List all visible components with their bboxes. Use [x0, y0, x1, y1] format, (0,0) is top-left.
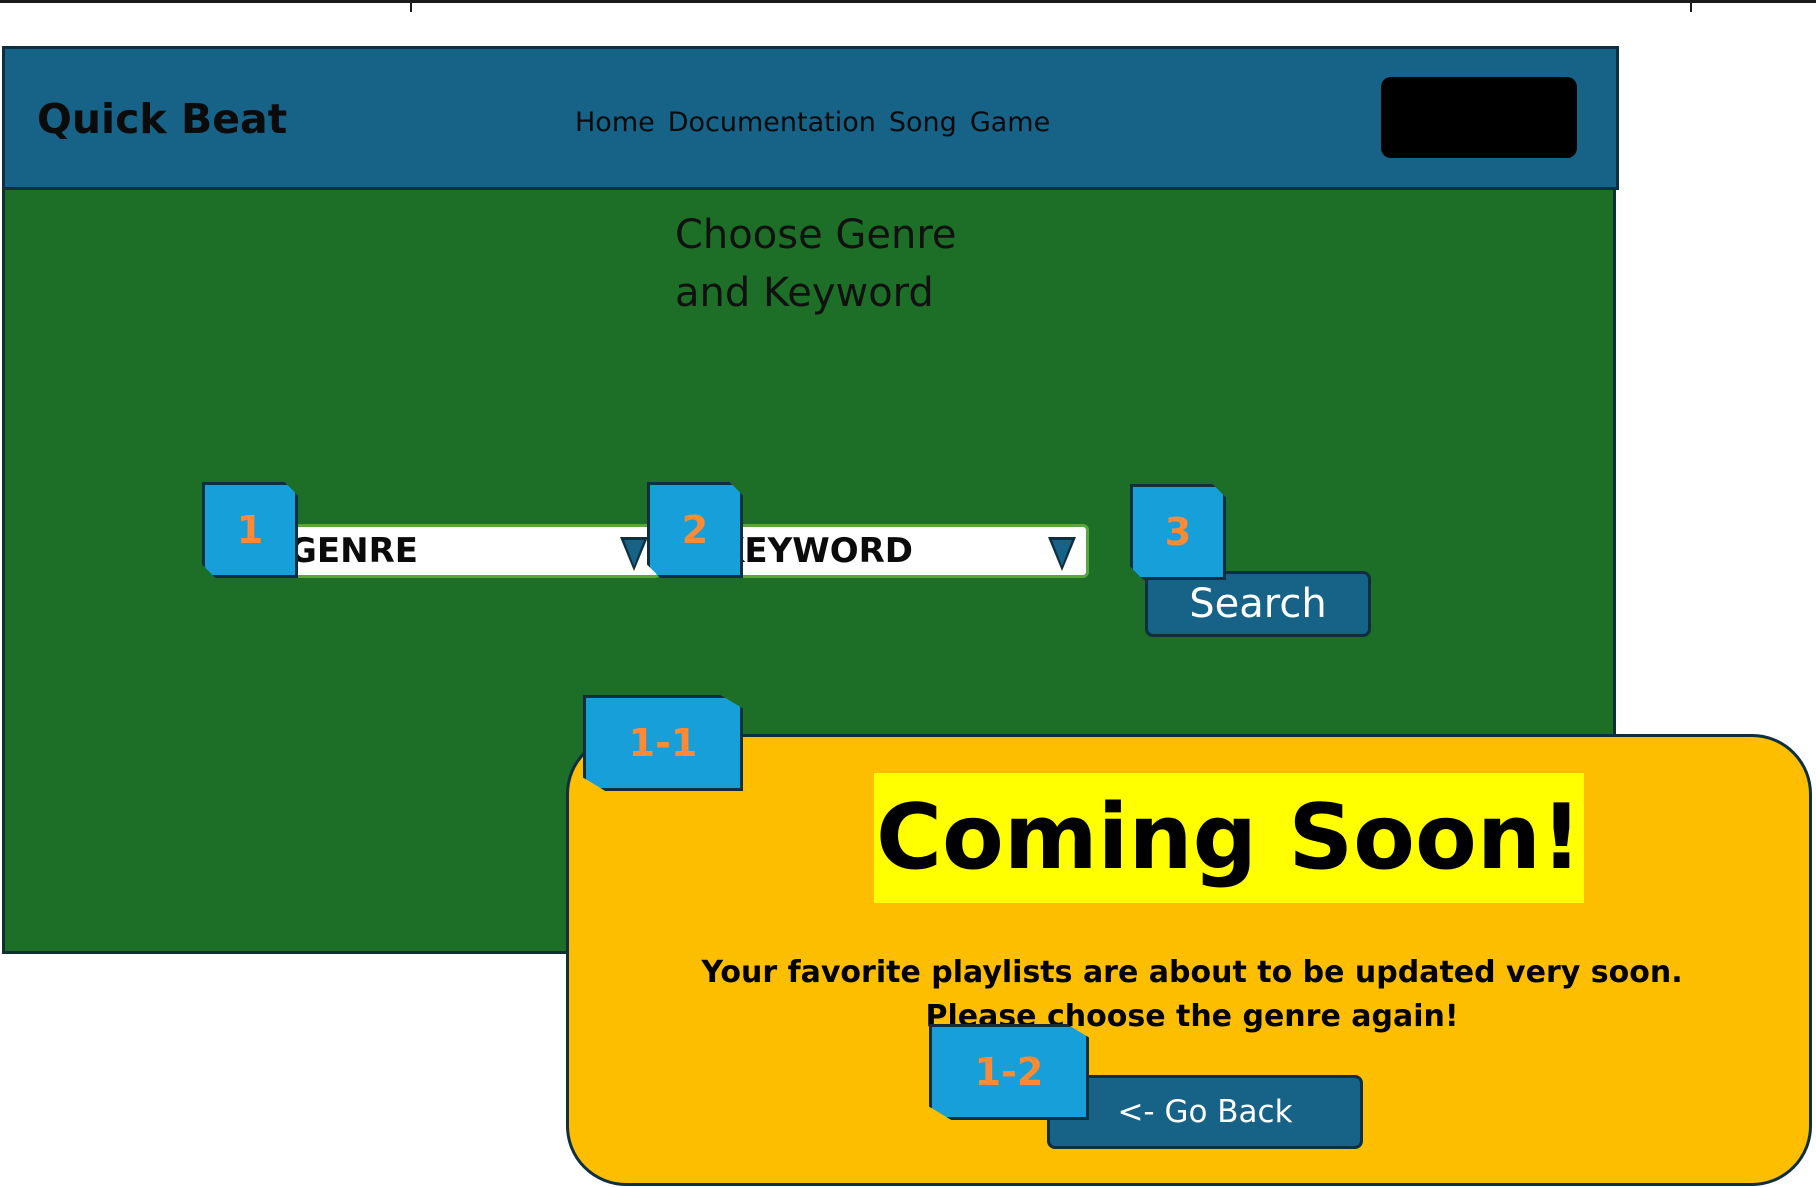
nav-home[interactable]: Home [575, 107, 655, 138]
annotation-callout-2: 2 [647, 482, 743, 578]
top-divider-tick [1690, 0, 1692, 12]
page-heading: Choose Genre and Keyword [675, 206, 957, 322]
go-back-button[interactable]: <- Go Back [1047, 1075, 1363, 1149]
modal-message-line: Please choose the genre again! [925, 999, 1459, 1034]
nav-links: Home Documentation Song Game [575, 107, 1050, 138]
annotation-callout-3: 3 [1130, 484, 1226, 580]
nav-game[interactable]: Game [970, 107, 1050, 138]
chevron-down-icon-fill [1052, 540, 1072, 566]
heading-line: Choose Genre [675, 212, 957, 258]
modal-title: Coming Soon! [874, 773, 1584, 903]
nav-song[interactable]: Song [889, 107, 957, 138]
coming-soon-modal: Coming Soon! Your favorite playlists are… [566, 734, 1812, 1186]
brand-logo[interactable]: Quick Beat [37, 95, 287, 143]
search-button[interactable]: Search [1145, 571, 1371, 637]
genre-select-value: GENRE [289, 531, 418, 571]
heading-line: and Keyword [675, 270, 934, 316]
keyword-select-value: KEYWORD [718, 531, 914, 571]
chevron-down-icon-fill [624, 540, 644, 566]
annotation-callout-1-2: 1-2 [929, 1024, 1089, 1120]
modal-message-line: Your favorite playlists are about to be … [701, 955, 1683, 990]
navbar: Quick Beat Home Documentation Song Game [2, 46, 1619, 190]
top-border-line [0, 0, 1816, 3]
annotation-callout-1-1: 1-1 [583, 695, 743, 791]
genre-select[interactable]: GENRE [274, 524, 661, 578]
modal-message: Your favorite playlists are about to be … [569, 951, 1815, 1039]
nav-documentation[interactable]: Documentation [668, 107, 876, 138]
keyword-select[interactable]: KEYWORD [703, 524, 1089, 578]
account-button[interactable] [1381, 77, 1577, 158]
top-divider-tick [410, 0, 412, 12]
annotation-callout-1: 1 [202, 482, 298, 578]
